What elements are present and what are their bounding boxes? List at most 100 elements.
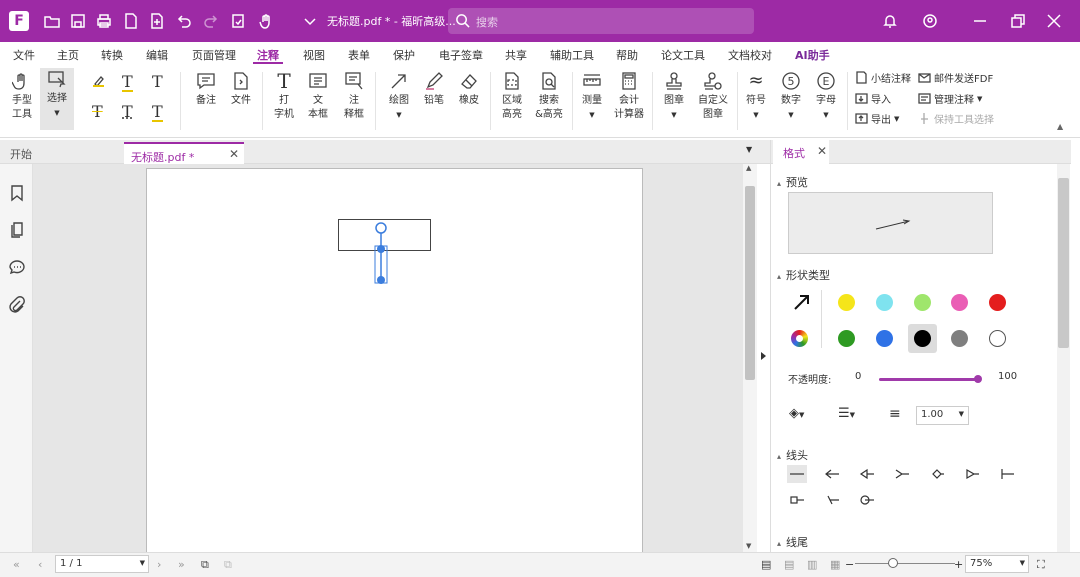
undo-icon[interactable]	[174, 11, 194, 31]
squiggly-button[interactable]: T	[152, 74, 163, 90]
color-swatch[interactable]	[876, 330, 893, 347]
menu-share[interactable]: 共享	[505, 47, 527, 63]
menu-home[interactable]: 主页	[57, 47, 79, 63]
line-head-butt[interactable]	[997, 465, 1017, 483]
note-button[interactable]: 备注	[192, 70, 220, 108]
menu-help[interactable]: 帮助	[616, 47, 638, 63]
highlight-button[interactable]	[92, 74, 105, 87]
search-highlight-button[interactable]: 搜索 &高亮	[532, 70, 566, 122]
line-style-button[interactable]: ☰▼	[838, 406, 855, 421]
strikeout-button[interactable]: T	[92, 104, 103, 120]
replace-text-button[interactable]: T	[122, 104, 133, 120]
line-head-triangle[interactable]	[962, 465, 982, 483]
edit-document-icon[interactable]	[228, 11, 248, 31]
minimize-icon[interactable]	[970, 11, 990, 31]
menu-view[interactable]: 视图	[303, 47, 325, 63]
line-width-select[interactable]: 1.00 ▼	[916, 406, 969, 425]
vertical-scroll-thumb[interactable]	[745, 186, 755, 380]
stamp-button[interactable]: 图章 ▼	[660, 70, 688, 122]
menu-protect[interactable]: 保护	[393, 47, 415, 63]
arrow-shape-icon[interactable]	[793, 293, 811, 311]
line-head-square[interactable]	[787, 491, 807, 509]
color-swatch[interactable]	[951, 294, 968, 311]
menu-comment[interactable]: 注释	[257, 47, 279, 63]
comments-icon[interactable]	[8, 258, 26, 276]
close-icon[interactable]	[1044, 11, 1064, 31]
menu-e-signature[interactable]: 电子签章	[439, 47, 483, 63]
custom-stamp-button[interactable]: 自定义 图章	[694, 70, 732, 122]
color-swatch[interactable]	[951, 330, 968, 347]
color-swatch[interactable]	[876, 294, 893, 311]
color-swatch[interactable]	[914, 330, 931, 347]
hand-tool-button[interactable]: 手型 工具	[8, 70, 36, 122]
attachment-icon[interactable]	[8, 296, 26, 314]
keep-tool-selected-button[interactable]: 保持工具选择	[918, 111, 994, 126]
bell-icon[interactable]	[880, 11, 900, 31]
line-head-none[interactable]	[787, 465, 807, 483]
color-swatch[interactable]	[838, 294, 855, 311]
calculator-button[interactable]: 会计 计算器	[612, 70, 646, 122]
export-button[interactable]: 导出 ▼	[855, 111, 899, 126]
fill-color-button[interactable]: ◈▼	[789, 406, 804, 421]
first-page-icon[interactable]: «	[13, 558, 20, 571]
scroll-up-icon[interactable]: ▲	[746, 164, 751, 172]
underline-button[interactable]: T	[122, 74, 133, 92]
new-document-icon[interactable]	[147, 11, 167, 31]
copy-page-icon[interactable]: ⧉	[201, 558, 209, 572]
print-icon[interactable]	[94, 11, 114, 31]
account-icon[interactable]	[920, 11, 940, 31]
opacity-slider[interactable]	[879, 378, 979, 381]
last-page-icon[interactable]: »	[178, 558, 185, 571]
close-format-panel-icon[interactable]: ✕	[817, 144, 827, 158]
line-head-reverse-arrow[interactable]	[892, 465, 912, 483]
scroll-down-icon[interactable]: ▼	[746, 542, 751, 550]
color-swatch[interactable]	[838, 330, 855, 347]
open-icon[interactable]	[42, 11, 62, 31]
line-head-open-arrow[interactable]	[822, 465, 842, 483]
menu-file[interactable]: 文件	[13, 47, 35, 63]
menu-edit[interactable]: 编辑	[146, 47, 168, 63]
redo-icon[interactable]	[201, 11, 221, 31]
hand-dropdown-icon[interactable]	[256, 11, 276, 31]
custom-color-wheel-icon[interactable]	[791, 330, 808, 347]
restore-icon[interactable]	[1008, 11, 1028, 31]
line-head-closed-arrow[interactable]	[857, 465, 877, 483]
menu-convert[interactable]: 转换	[101, 47, 123, 63]
import-button[interactable]: 导入	[855, 91, 891, 106]
collapse-right-panel-icon[interactable]	[761, 352, 766, 360]
search-input[interactable]: 搜索	[448, 8, 754, 34]
select-button[interactable]: 选择 ▼	[40, 68, 74, 130]
single-page-view-icon[interactable]: ▤	[761, 558, 771, 571]
tab-list-dropdown-icon[interactable]: ▼	[746, 145, 752, 154]
manage-comments-button[interactable]: 管理注释 ▼	[918, 91, 982, 106]
tab-start[interactable]: 开始	[0, 140, 122, 164]
bookmark-icon[interactable]	[8, 184, 26, 202]
zoom-out-icon[interactable]: −	[845, 558, 854, 571]
paste-page-icon[interactable]: ⧉	[224, 558, 232, 572]
zoom-slider[interactable]	[855, 563, 955, 564]
tab-document[interactable]: 无标题.pdf * ✕	[124, 142, 244, 164]
selected-annotation[interactable]	[335, 215, 435, 290]
document-icon[interactable]	[121, 11, 141, 31]
zoom-slider-thumb[interactable]	[888, 558, 898, 568]
collapse-ribbon-icon[interactable]: ▲	[1057, 122, 1063, 131]
prev-page-icon[interactable]: ‹	[38, 558, 42, 571]
measure-button[interactable]: 测量 ▼	[578, 70, 606, 122]
fullscreen-icon[interactable]: ⛶	[1037, 558, 1045, 572]
pencil-button[interactable]: 铅笔	[420, 70, 448, 108]
color-swatch[interactable]	[989, 294, 1006, 311]
textbox-button[interactable]: 文 本框	[304, 70, 332, 122]
menu-form[interactable]: 表单	[348, 47, 370, 63]
zoom-select[interactable]: 75% ▼	[965, 555, 1029, 573]
page-number-input[interactable]: 1 / 1 ▼	[55, 555, 149, 573]
insert-text-button[interactable]: T	[152, 104, 163, 122]
facing-view-icon[interactable]: ▥	[807, 558, 817, 571]
line-head-slash[interactable]	[822, 491, 842, 509]
menu-thesis-tools[interactable]: 论文工具	[661, 47, 705, 63]
continuous-view-icon[interactable]: ▤	[784, 558, 794, 571]
line-head-diamond[interactable]	[927, 465, 947, 483]
color-swatch[interactable]	[914, 294, 931, 311]
eraser-button[interactable]: 橡皮	[455, 70, 483, 108]
format-panel-scroll-thumb[interactable]	[1058, 178, 1069, 348]
color-swatch[interactable]	[989, 330, 1006, 347]
